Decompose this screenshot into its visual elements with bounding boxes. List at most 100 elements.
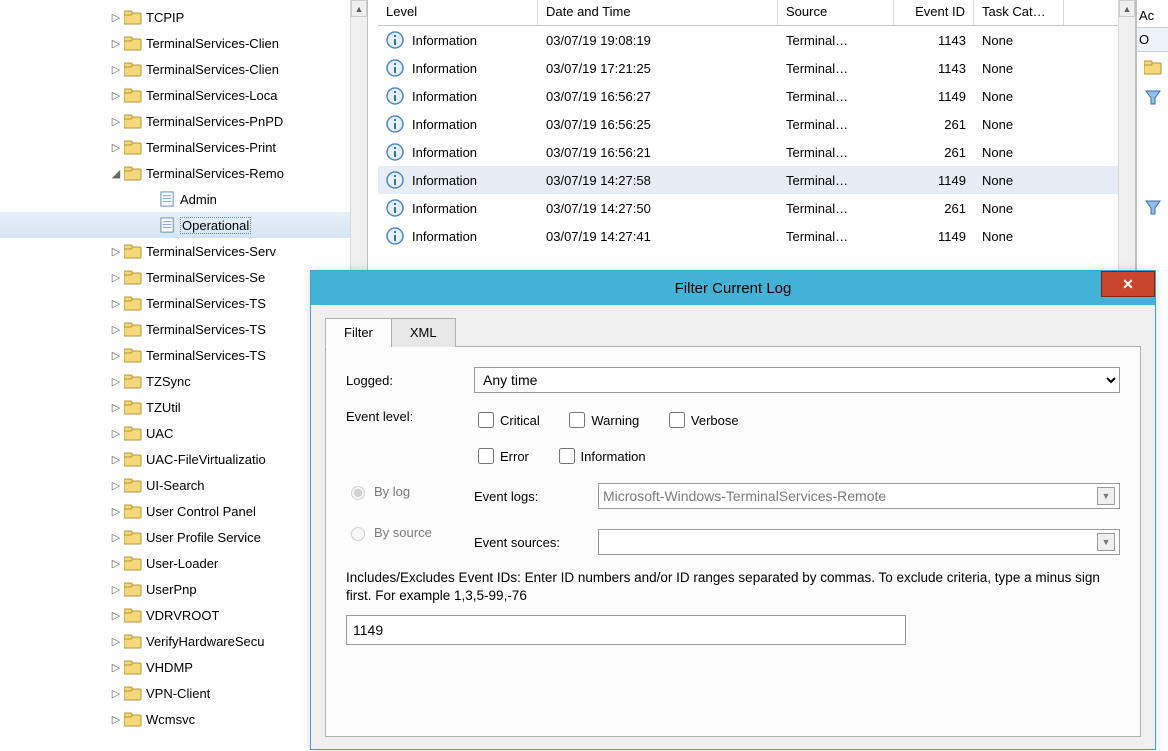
twisty-icon[interactable]: ▷: [110, 609, 122, 622]
tree-label: TZSync: [146, 374, 191, 389]
tree-item[interactable]: ▷ TCPIP: [0, 4, 367, 30]
create-custom-view-icon[interactable]: [1137, 82, 1168, 112]
tree-label: UAC-FileVirtualizatio: [146, 452, 266, 467]
twisty-icon[interactable]: ◢: [110, 167, 122, 180]
event-logs-combo[interactable]: Microsoft-Windows-TerminalServices-Remot…: [598, 483, 1120, 509]
tree-item[interactable]: ▷TerminalServices-Clien: [0, 30, 367, 56]
col-source[interactable]: Source: [778, 0, 894, 25]
tree-label: User-Loader: [146, 556, 218, 571]
twisty-icon[interactable]: ▷: [110, 505, 122, 518]
information-checkbox[interactable]: Information: [555, 445, 646, 467]
tree-label: TCPIP: [146, 10, 184, 25]
table-row[interactable]: Information03/07/19 14:27:58Terminal…114…: [378, 166, 1135, 194]
tree-label: Admin: [180, 192, 217, 207]
event-logs-label: Event logs:: [474, 489, 598, 504]
open-saved-log-icon[interactable]: [1137, 52, 1168, 82]
event-id-help: Includes/Excludes Event IDs: Enter ID nu…: [346, 569, 1120, 605]
table-row[interactable]: Information03/07/19 19:08:19Terminal…114…: [378, 26, 1135, 54]
tree-label: TerminalServices-Clien: [146, 62, 279, 77]
col-date[interactable]: Date and Time: [538, 0, 778, 25]
tree-label: TerminalServices-Serv: [146, 244, 276, 259]
twisty-icon[interactable]: ▷: [110, 11, 122, 24]
tree-item[interactable]: ▷ TerminalServices-Serv: [0, 238, 367, 264]
dialog-title: Filter Current Log: [675, 280, 792, 297]
by-log-radio[interactable]: By log: [346, 483, 474, 500]
twisty-icon[interactable]: ▷: [110, 375, 122, 388]
event-id-input[interactable]: [346, 615, 906, 645]
table-row[interactable]: Information03/07/19 14:27:50Terminal…261…: [378, 194, 1135, 222]
twisty-icon[interactable]: ▷: [110, 531, 122, 544]
tree-label: TZUtil: [146, 400, 181, 415]
scroll-up-icon[interactable]: ▲: [351, 0, 367, 17]
tab-xml[interactable]: XML: [391, 318, 456, 347]
event-level-label: Event level:: [346, 409, 474, 424]
table-row[interactable]: Information03/07/19 16:56:27Terminal…114…: [378, 82, 1135, 110]
twisty-icon[interactable]: ▷: [110, 583, 122, 596]
twisty-icon[interactable]: ▷: [110, 349, 122, 362]
error-checkbox[interactable]: Error: [474, 445, 529, 467]
scroll-up-icon[interactable]: ▲: [1119, 0, 1135, 17]
logged-label: Logged:: [346, 373, 474, 388]
tree-label: VHDMP: [146, 660, 193, 675]
table-row[interactable]: Information03/07/19 16:56:21Terminal…261…: [378, 138, 1135, 166]
tree-label: TerminalServices-TS: [146, 348, 266, 363]
event-sources-combo[interactable]: ▼: [598, 529, 1120, 555]
twisty-icon[interactable]: ▷: [110, 661, 122, 674]
tree-label: TerminalServices-Se: [146, 270, 265, 285]
critical-checkbox[interactable]: Critical: [474, 409, 540, 431]
logged-select[interactable]: Any time: [474, 367, 1120, 393]
actions-subheader: O: [1137, 27, 1168, 52]
table-row[interactable]: Information03/07/19 17:21:25Terminal…114…: [378, 54, 1135, 82]
table-row[interactable]: Information03/07/19 14:27:41Terminal…114…: [378, 222, 1135, 250]
grid-header: Level Date and Time Source Event ID Task…: [378, 0, 1135, 26]
twisty-icon[interactable]: ▷: [110, 479, 122, 492]
close-button[interactable]: ✕: [1101, 271, 1155, 297]
twisty-icon[interactable]: ▷: [110, 297, 122, 310]
tree-label: VDRVROOT: [146, 608, 219, 623]
chevron-down-icon: ▼: [1097, 487, 1115, 505]
tree-item[interactable]: Admin: [0, 186, 367, 212]
close-icon: ✕: [1122, 276, 1134, 293]
event-sources-label: Event sources:: [474, 535, 598, 550]
tree-label: VerifyHardwareSecu: [146, 634, 265, 649]
twisty-icon[interactable]: ▷: [110, 687, 122, 700]
twisty-icon[interactable]: ▷: [110, 37, 122, 50]
tree-item[interactable]: Operational: [0, 212, 367, 238]
table-row[interactable]: Information03/07/19 16:56:25Terminal…261…: [378, 110, 1135, 138]
filter-current-log-dialog: Filter Current Log ✕ Filter XML Logged: …: [310, 270, 1156, 750]
twisty-icon[interactable]: ▷: [110, 245, 122, 258]
twisty-icon[interactable]: ▷: [110, 271, 122, 284]
tree-item[interactable]: ▷ TerminalServices-Print: [0, 134, 367, 160]
col-task[interactable]: Task Cat…: [974, 0, 1064, 25]
warning-checkbox[interactable]: Warning: [565, 409, 639, 431]
filter-log-icon[interactable]: [1137, 192, 1168, 222]
twisty-icon[interactable]: ▷: [110, 63, 122, 76]
dialog-title-bar[interactable]: Filter Current Log ✕: [311, 271, 1155, 305]
twisty-icon[interactable]: ▷: [110, 115, 122, 128]
twisty-icon[interactable]: ▷: [110, 635, 122, 648]
tree-label: UAC: [146, 426, 173, 441]
tab-filter[interactable]: Filter: [325, 318, 392, 347]
col-eventid[interactable]: Event ID: [894, 0, 974, 25]
twisty-icon[interactable]: ▷: [110, 427, 122, 440]
verbose-checkbox[interactable]: Verbose: [665, 409, 739, 431]
by-source-radio[interactable]: By source: [346, 524, 474, 541]
twisty-icon[interactable]: ▷: [110, 141, 122, 154]
twisty-icon[interactable]: ▷: [110, 401, 122, 414]
tree-label: TerminalServices-Remo: [146, 166, 284, 181]
twisty-icon[interactable]: ▷: [110, 713, 122, 726]
twisty-icon[interactable]: ▷: [110, 453, 122, 466]
tree-item[interactable]: ▷ TerminalServices-Clien: [0, 56, 367, 82]
tree-label: User Profile Service: [146, 530, 261, 545]
tree-label: TerminalServices-Loca: [146, 88, 278, 103]
tree-item[interactable]: ▷ TerminalServices-PnPD: [0, 108, 367, 134]
tree-label: TerminalServices-TS: [146, 322, 266, 337]
twisty-icon[interactable]: ▷: [110, 89, 122, 102]
tree-label: TerminalServices-Print: [146, 140, 276, 155]
tree-item[interactable]: ◢ TerminalServices-Remo: [0, 160, 367, 186]
tree-label: TerminalServices-PnPD: [146, 114, 283, 129]
twisty-icon[interactable]: ▷: [110, 323, 122, 336]
twisty-icon[interactable]: ▷: [110, 557, 122, 570]
tree-item[interactable]: ▷ TerminalServices-Loca: [0, 82, 367, 108]
col-level[interactable]: Level: [378, 0, 538, 25]
